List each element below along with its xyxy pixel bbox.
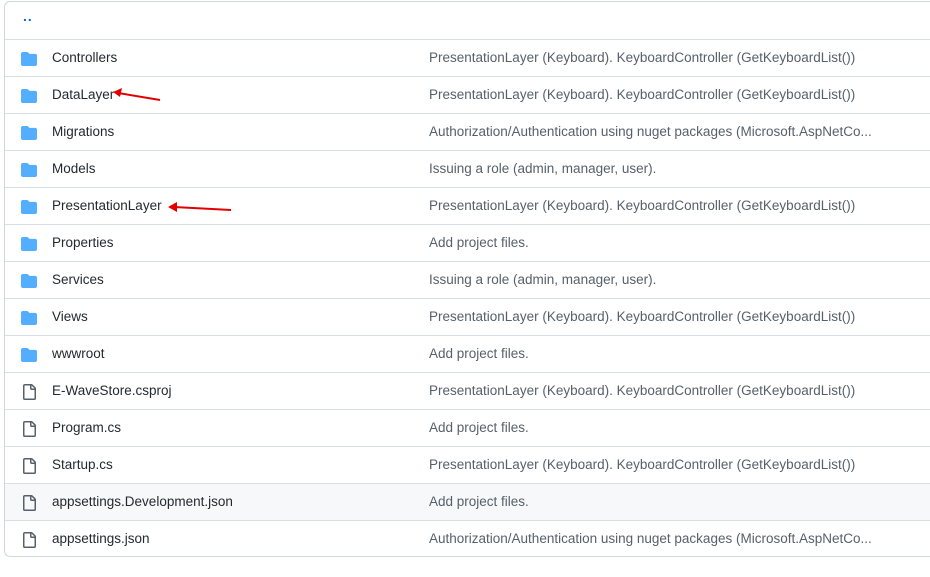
folder-icon: [21, 199, 37, 215]
folder-row-controllers[interactable]: Controllers PresentationLayer (Keyboard).…: [5, 39, 930, 76]
parent-directory-row[interactable]: ..: [5, 2, 930, 39]
file-row-appsettings-json[interactable]: appsettings.json Authorization/Authentica…: [5, 520, 930, 556]
item-name-link[interactable]: appsettings.Development.json: [52, 494, 233, 509]
folder-icon: [21, 88, 37, 104]
file-icon: [21, 421, 37, 437]
folder-icon: [21, 310, 37, 326]
file-row-appsettings-development-json[interactable]: appsettings.Development.json Add project …: [5, 483, 930, 520]
commit-message-link[interactable]: Add project files.: [429, 420, 899, 435]
commit-message-link[interactable]: PresentationLayer (Keyboard). KeyboardCo…: [429, 50, 899, 65]
commit-message-link[interactable]: Authorization/Authentication using nuget…: [429, 531, 899, 546]
file-icon: [21, 532, 37, 548]
folder-icon: [21, 125, 37, 141]
commit-message-link[interactable]: PresentationLayer (Keyboard). KeyboardCo…: [429, 457, 899, 472]
folder-row-views[interactable]: Views PresentationLayer (Keyboard). Keybo…: [5, 298, 930, 335]
folder-row-properties[interactable]: Properties Add project files.: [5, 224, 930, 261]
item-name-link[interactable]: wwwroot: [52, 346, 105, 361]
folder-icon: [21, 51, 37, 67]
commit-message-link[interactable]: Add project files.: [429, 346, 899, 361]
file-row-program-cs[interactable]: Program.cs Add project files.: [5, 409, 930, 446]
folder-row-presentationlayer[interactable]: PresentationLayer PresentationLayer (Keyb…: [5, 187, 930, 224]
item-name-link[interactable]: Migrations: [52, 124, 114, 139]
item-name-link[interactable]: Services: [52, 272, 104, 287]
folder-icon: [21, 347, 37, 363]
commit-message-link[interactable]: PresentationLayer (Keyboard). KeyboardCo…: [429, 383, 899, 398]
file-icon: [21, 458, 37, 474]
commit-message-link[interactable]: PresentationLayer (Keyboard). KeyboardCo…: [429, 87, 899, 102]
commit-message-link[interactable]: PresentationLayer (Keyboard). KeyboardCo…: [429, 198, 899, 213]
item-name-link[interactable]: Startup.cs: [52, 457, 113, 472]
item-name-link[interactable]: Models: [52, 161, 96, 176]
annotation-arrow-presentationlayer: [168, 202, 232, 212]
item-name-link[interactable]: Controllers: [52, 50, 117, 65]
folder-row-migrations[interactable]: Migrations Authorization/Authentication u…: [5, 113, 930, 150]
item-name-link[interactable]: E-WaveStore.csproj: [52, 383, 172, 398]
parent-directory-link[interactable]: ..: [23, 8, 33, 24]
annotation-arrow-datalayer: [113, 88, 161, 101]
commit-message-link[interactable]: Issuing a role (admin, manager, user).: [429, 272, 899, 287]
folder-row-models[interactable]: Models Issuing a role (admin, manager, us…: [5, 150, 930, 187]
folder-icon: [21, 273, 37, 289]
commit-message-link[interactable]: Issuing a role (admin, manager, user).: [429, 161, 899, 176]
file-row-startup-cs[interactable]: Startup.cs PresentationLayer (Keyboard). …: [5, 446, 930, 483]
file-list: .. Controllers PresentationLayer (Keyboar…: [4, 1, 930, 557]
commit-message-link[interactable]: PresentationLayer (Keyboard). KeyboardCo…: [429, 309, 899, 324]
commit-message-link[interactable]: Add project files.: [429, 494, 899, 509]
item-name-link[interactable]: PresentationLayer: [52, 198, 162, 213]
file-row-e-wavestore-csproj[interactable]: E-WaveStore.csproj PresentationLayer (Key…: [5, 372, 930, 409]
folder-icon: [21, 236, 37, 252]
folder-row-services[interactable]: Services Issuing a role (admin, manager, …: [5, 261, 930, 298]
file-icon: [21, 495, 37, 511]
folder-row-wwwroot[interactable]: wwwroot Add project files.: [5, 335, 930, 372]
folder-icon: [21, 162, 37, 178]
item-name-link[interactable]: Program.cs: [52, 420, 121, 435]
item-name-link[interactable]: Views: [52, 309, 88, 324]
commit-message-link[interactable]: Add project files.: [429, 235, 899, 250]
item-name-link[interactable]: DataLayer: [52, 87, 114, 102]
commit-message-link[interactable]: Authorization/Authentication using nuget…: [429, 124, 899, 139]
item-name-link[interactable]: Properties: [52, 235, 114, 250]
item-name-link[interactable]: appsettings.json: [52, 531, 150, 546]
file-icon: [21, 384, 37, 400]
